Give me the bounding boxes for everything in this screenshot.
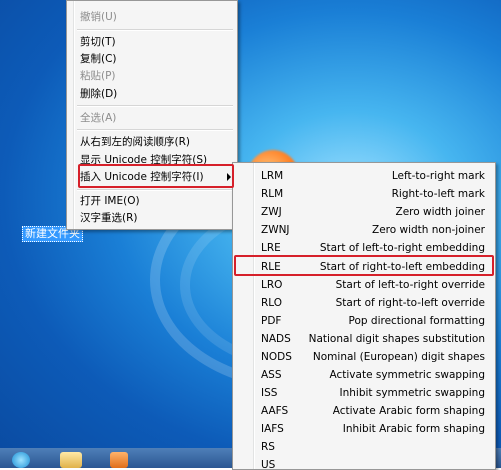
submenu-item-lrm[interactable]: LRM Left-to-right mark [233, 167, 495, 185]
submenu-item-code: ZWNJ [261, 224, 290, 236]
context-menu: 撤销(U) 剪切(T) 复制(C) 粘贴(P) 删除(D) 全选(A) 从右到左… [66, 0, 238, 230]
submenu-item-zwnj[interactable]: ZWNJ Zero width non-joiner [233, 221, 495, 239]
submenu-item-code: RLM [261, 188, 284, 200]
submenu-item-description: Activate symmetric swapping [329, 369, 486, 381]
folder-icon[interactable] [60, 452, 82, 468]
menu-separator [77, 105, 233, 107]
submenu-item-code: LRM [261, 170, 284, 182]
menu-item-select-all[interactable]: 全选(A) [80, 110, 116, 126]
submenu-item-pdf[interactable]: PDF Pop directional formatting [233, 312, 495, 330]
submenu-item-iafs[interactable]: IAFS Inhibit Arabic form shaping [233, 420, 495, 438]
submenu-item-code: ZWJ [261, 206, 282, 218]
submenu-item-code: ASS [261, 369, 282, 381]
submenu-item-description: Start of left-to-right override [335, 279, 485, 291]
submenu-item-code: IAFS [261, 423, 284, 435]
submenu-item-code: PDF [261, 315, 282, 327]
submenu-item-description: Left-to-right mark [391, 170, 485, 182]
menu-item-delete[interactable]: 删除(D) [80, 86, 117, 102]
submenu-item-description: Pop directional formatting [348, 315, 485, 327]
highlight-box-rle [234, 255, 494, 276]
submenu-item-code: RLO [261, 297, 283, 309]
submenu-item-description: Activate Arabic form shaping [332, 405, 485, 417]
menu-item-copy[interactable]: 复制(C) [80, 51, 117, 67]
submenu-item-description: Zero width joiner [395, 206, 485, 218]
highlight-box-insert-unicode [78, 164, 234, 188]
menu-item-paste[interactable]: 粘贴(P) [80, 68, 116, 84]
submenu-item-description: National digit shapes substitution [308, 333, 485, 345]
submenu-item-description: Zero width non-joiner [372, 224, 485, 236]
submenu-item-code: ISS [261, 387, 278, 399]
menu-separator [77, 29, 233, 31]
submenu-item-description: Right-to-left mark [391, 188, 485, 200]
submenu-item-rs[interactable]: RS [233, 438, 495, 456]
submenu-item-rlo[interactable]: RLO Start of right-to-left override [233, 294, 495, 312]
submenu-item-code: NODS [261, 351, 292, 363]
menu-item-reconversion[interactable]: 汉字重选(R) [80, 210, 138, 226]
submenu-item-description: Inhibit Arabic form shaping [342, 423, 485, 435]
menu-gutter [73, 1, 75, 229]
menu-item-rtl-reading-order[interactable]: 从右到左的阅读顺序(R) [80, 134, 190, 150]
submenu-item-code: LRO [261, 279, 283, 291]
unicode-control-submenu: LRM Left-to-right mark RLM Right-to-left ma… [232, 162, 496, 470]
menu-separator [77, 189, 233, 191]
menu-item-undo[interactable]: 撤销(U) [80, 9, 117, 25]
submenu-item-rlm[interactable]: RLM Right-to-left mark [233, 185, 495, 203]
menu-separator [77, 129, 233, 131]
submenu-item-lro[interactable]: LRO Start of left-to-right override [233, 276, 495, 294]
submenu-item-zwj[interactable]: ZWJ Zero width joiner [233, 203, 495, 221]
submenu-item-description: Inhibit symmetric swapping [339, 387, 485, 399]
submenu-item-code: AAFS [261, 405, 289, 417]
submenu-item-description: Start of right-to-left override [335, 297, 485, 309]
internet-explorer-icon[interactable] [12, 452, 30, 468]
media-player-icon[interactable] [110, 452, 128, 468]
submenu-item-ass[interactable]: ASS Activate symmetric swapping [233, 366, 495, 384]
submenu-item-nads[interactable]: NADS National digit shapes substitution [233, 330, 495, 348]
submenu-item-nods[interactable]: NODS Nominal (European) digit shapes [233, 348, 495, 366]
submenu-item-code: NADS [261, 333, 291, 345]
submenu-item-aafs[interactable]: AAFS Activate Arabic form shaping [233, 402, 495, 420]
menu-item-cut[interactable]: 剪切(T) [80, 34, 116, 50]
submenu-item-iss[interactable]: ISS Inhibit symmetric swapping [233, 384, 495, 402]
submenu-item-description: Nominal (European) digit shapes [312, 351, 485, 363]
menu-item-open-ime[interactable]: 打开 IME(O) [80, 193, 140, 209]
submenu-item-code: RS [261, 441, 275, 453]
